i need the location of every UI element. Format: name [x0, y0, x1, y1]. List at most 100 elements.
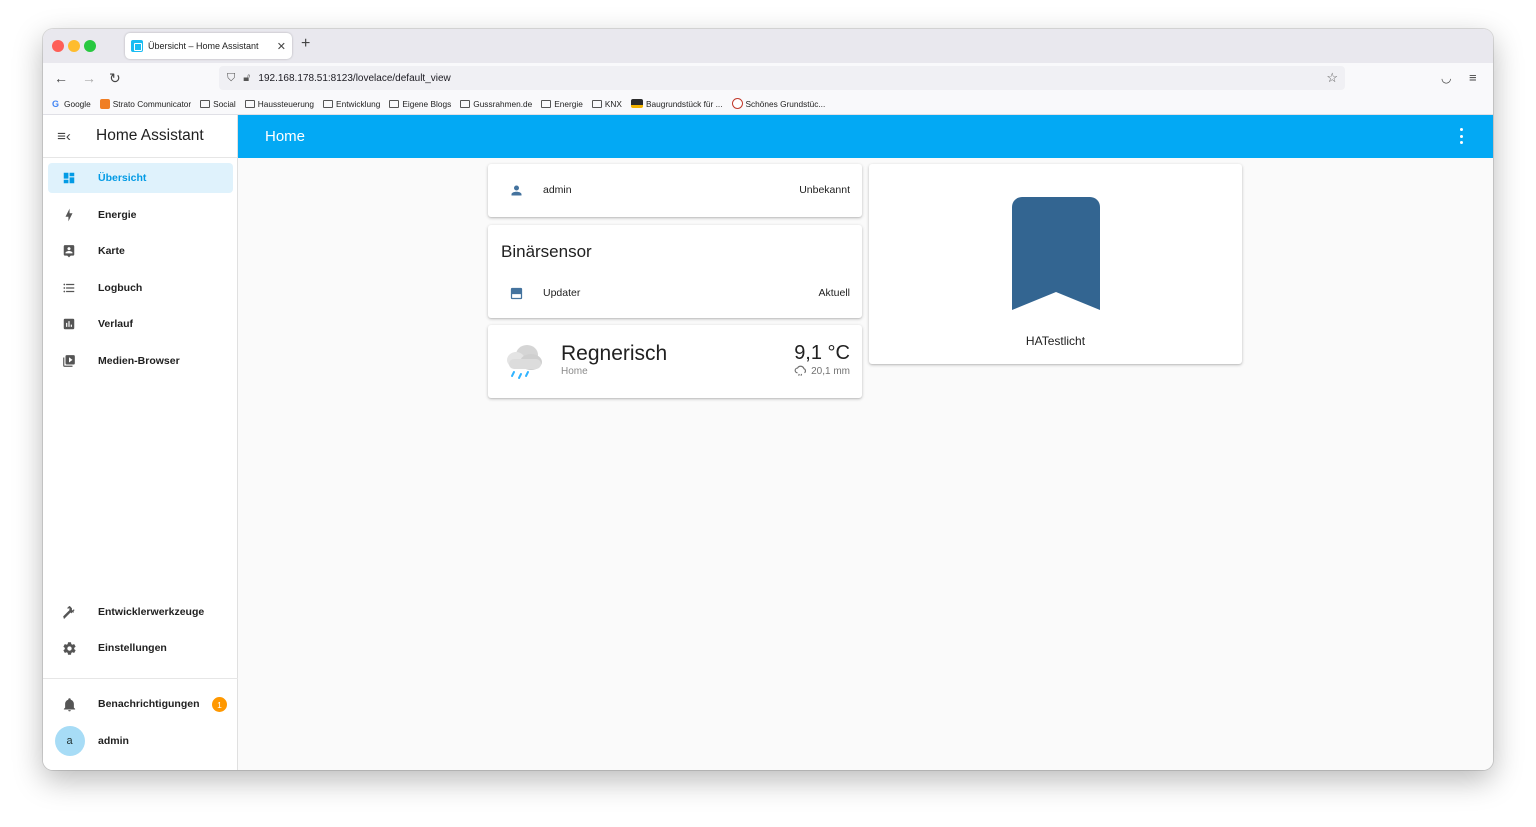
site-k-icon	[731, 98, 743, 109]
sidebar-item-karte[interactable]: Karte	[48, 236, 233, 266]
new-tab-button[interactable]: +	[301, 35, 310, 53]
close-window-button[interactable]	[52, 40, 64, 52]
bookmark-label: Energie	[554, 98, 583, 109]
sidebar-item-uebersicht[interactable]: Übersicht	[48, 163, 233, 193]
sidebar-item-profile[interactable]: a admin	[48, 726, 233, 756]
bookmark-label: Google	[64, 98, 91, 109]
bookmark-label: Entwicklung	[336, 98, 381, 109]
picture-entity-card[interactable]: HATestlicht	[869, 164, 1242, 364]
browser-tab[interactable]: Übersicht – Home Assistant ✕	[125, 33, 292, 59]
bookmark-item[interactable]: Entwicklung	[323, 99, 380, 109]
bell-icon	[48, 697, 90, 712]
bookmark-item[interactable]: Strato Communicator	[99, 98, 192, 109]
home-assistant-favicon-icon	[131, 40, 143, 52]
app-toolbar: Home	[238, 115, 1493, 158]
browser-window: Übersicht – Home Assistant ✕ + ← → ↻ ⛉ 🔓…	[43, 29, 1493, 770]
menu-open-icon[interactable]: ≡‹	[43, 128, 85, 145]
back-arrow-icon[interactable]: ←	[54, 70, 68, 86]
tab-title: Übersicht – Home Assistant	[148, 41, 259, 51]
folder-icon	[323, 99, 334, 108]
sidebar-title: Home Assistant	[96, 127, 204, 144]
entity-row[interactable]: admin Unbekannt	[501, 175, 862, 205]
sidebar-item-logbuch[interactable]: Logbuch	[48, 273, 233, 303]
google-icon: G	[52, 98, 60, 109]
bookmark-item[interactable]: Gussrahmen.de	[460, 99, 532, 109]
zoom-window-button[interactable]	[84, 40, 96, 52]
more-vert-icon[interactable]	[1453, 128, 1469, 144]
avatar: a	[54, 726, 85, 756]
site-icon	[630, 99, 643, 108]
weather-precipitation-row: 20,1 mm	[794, 365, 850, 377]
person-entity-card[interactable]: admin Unbekannt	[488, 164, 862, 217]
bookmark-label: Baugrundstück für ...	[645, 98, 723, 109]
sidebar-item-benachrichtigungen[interactable]: Benachrichtigungen 1	[48, 689, 233, 719]
folder-icon	[460, 99, 471, 108]
precipitation-value: 20,1 mm	[811, 365, 850, 377]
sidebar-item-energie[interactable]: Energie	[48, 200, 233, 230]
folder-icon	[244, 99, 255, 108]
lightning-icon	[48, 208, 90, 222]
sidebar-item-verlauf[interactable]: Verlauf	[48, 309, 233, 339]
folder-icon	[591, 99, 602, 108]
lock-warning-icon[interactable]: 🔓︎	[243, 72, 250, 85]
rainy-weather-icon	[501, 339, 547, 390]
tab-close-icon[interactable]: ✕	[277, 40, 286, 53]
reload-icon[interactable]: ↻	[109, 70, 121, 86]
weather-temperature: 9,1 °C	[794, 342, 850, 364]
entity-state: Unbekannt	[799, 184, 850, 196]
bookmark-item[interactable]: Social	[200, 99, 236, 109]
url-text[interactable]: 192.168.178.51:8123/lovelace/default_vie…	[258, 73, 450, 84]
sidebar: ≡‹ Home Assistant Übersicht Energie Kart…	[43, 115, 238, 770]
map-account-icon	[48, 244, 90, 258]
entity-row[interactable]: Updater Aktuell	[501, 278, 862, 308]
bookmark-item[interactable]: G Google	[52, 99, 91, 109]
sidebar-item-label: Verlauf	[98, 318, 134, 330]
entity-state: Aktuell	[818, 287, 850, 299]
folder-icon	[389, 99, 400, 108]
bookmark-item[interactable]: Baugrundstück für ...	[630, 98, 723, 109]
hammer-icon	[48, 605, 90, 619]
hamburger-menu-icon[interactable]: ≡	[1469, 70, 1477, 86]
bookmark-label: Social	[213, 98, 236, 109]
media-icon	[48, 354, 90, 368]
url-bar[interactable]: ⛉ 🔓︎ 192.168.178.51:8123/lovelace/defaul…	[219, 66, 1345, 90]
pocket-icon[interactable]: ◡	[1441, 70, 1451, 86]
bookmarks-bar: G Google Strato Communicator Social Haussteu…	[43, 93, 1493, 115]
folder-icon	[541, 99, 552, 108]
sidebar-item-label: Medien-Browser	[98, 355, 180, 367]
bookmark-item[interactable]: Eigene Blogs	[389, 99, 451, 109]
forward-arrow-icon[interactable]: →	[82, 70, 96, 86]
bookmark-star-icon[interactable]: ☆	[1326, 70, 1338, 86]
list-icon	[48, 281, 90, 295]
sidebar-item-label: Logbuch	[98, 282, 143, 294]
bookmark-item[interactable]: Haussteuerung	[244, 99, 314, 109]
sidebar-item-einstellungen[interactable]: Einstellungen	[48, 633, 233, 663]
bookmark-label: Strato Communicator	[112, 98, 192, 109]
sidebar-item-medien-browser[interactable]: Medien-Browser	[48, 346, 233, 376]
sidebar-item-entwicklerwerkzeuge[interactable]: Entwicklerwerkzeuge	[48, 597, 233, 627]
weather-forecast-card[interactable]: Regnerisch Home 9,1 °C 20,1 mm	[488, 325, 862, 398]
package-icon	[501, 286, 531, 301]
notification-count-badge: 1	[212, 697, 227, 712]
card-header: Binärsensor	[501, 242, 592, 261]
user-avatar-wrap: a	[48, 726, 90, 756]
entity-name: HATestlicht	[1025, 334, 1086, 348]
bookmark-item[interactable]: Energie	[541, 99, 583, 109]
sidebar-item-label: Übersicht	[98, 172, 147, 184]
bookmark-item[interactable]: KNX	[591, 99, 622, 109]
bookmark-label: Gussrahmen.de	[473, 98, 533, 109]
folder-icon	[200, 99, 211, 108]
shield-icon[interactable]: ⛉	[227, 72, 235, 85]
sidebar-item-label: Benachrichtigungen	[98, 698, 200, 710]
bookmark-label: Eigene Blogs	[402, 98, 452, 109]
cog-icon	[48, 641, 90, 656]
binary-sensor-card: Binärsensor Updater Aktuell	[488, 225, 862, 318]
home-assistant-app: ≡‹ Home Assistant Übersicht Energie Kart…	[43, 115, 1493, 770]
chart-icon	[48, 317, 90, 331]
bookmark-item[interactable]: Schönes Grundstüc...	[731, 98, 826, 109]
minimize-window-button[interactable]	[68, 40, 80, 52]
bookmark-label: Schönes Grundstüc...	[745, 98, 826, 109]
sidebar-divider	[43, 678, 238, 679]
entity-name: admin	[543, 184, 572, 196]
entity-name: Updater	[543, 287, 581, 299]
